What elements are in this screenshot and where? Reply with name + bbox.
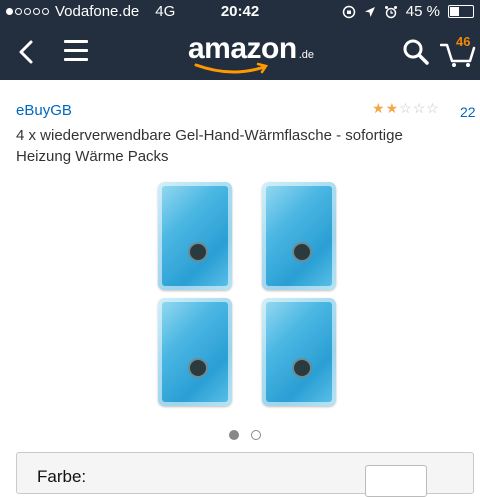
product-title: 4 x wiederverwendbare Gel-Hand-Wärmflasc… bbox=[16, 127, 403, 165]
logo-word: amazon bbox=[188, 32, 297, 65]
cart-button[interactable]: 46 bbox=[439, 34, 476, 68]
gallery-page-indicator[interactable] bbox=[229, 430, 261, 440]
star-filled-icon: ★ bbox=[372, 100, 385, 116]
rotation-lock-icon bbox=[342, 5, 356, 18]
logo-smile-icon bbox=[194, 62, 269, 74]
battery-icon bbox=[448, 5, 474, 18]
alarm-icon bbox=[384, 5, 397, 18]
color-option-selector[interactable]: Farbe: bbox=[16, 452, 474, 497]
product-content: eBuyGB ★ ★ ☆ ☆ ☆ 22 4 x wiederverwendbare Ge… bbox=[0, 80, 480, 497]
metal-disc bbox=[294, 244, 310, 260]
amazon-logo[interactable]: amazon .de bbox=[188, 32, 314, 74]
hand-warmer-pack-image bbox=[158, 298, 232, 406]
metal-disc bbox=[294, 360, 310, 376]
metal-disc bbox=[190, 360, 206, 376]
cart-count-badge: 46 bbox=[456, 34, 471, 49]
top-nav-bar: amazon .de 46 bbox=[0, 24, 480, 80]
rating-stars[interactable]: ★ ★ ☆ ☆ ☆ bbox=[372, 101, 439, 115]
status-right: 45 % bbox=[342, 3, 474, 20]
location-icon bbox=[364, 6, 375, 17]
star-empty-icon: ☆ bbox=[426, 100, 439, 116]
hand-warmer-pack-image bbox=[262, 182, 336, 290]
color-swatch[interactable] bbox=[365, 465, 427, 497]
star-filled-icon: ★ bbox=[385, 100, 399, 116]
star-empty-icon: ☆ bbox=[399, 100, 412, 116]
search-icon[interactable] bbox=[402, 38, 430, 66]
back-arrow-icon[interactable] bbox=[16, 38, 38, 66]
metal-disc bbox=[190, 244, 206, 260]
color-option-label: Farbe: bbox=[37, 467, 87, 486]
product-image-gallery[interactable] bbox=[150, 182, 340, 412]
battery-percent: 45 % bbox=[405, 3, 440, 20]
page-dot[interactable] bbox=[229, 430, 239, 440]
logo-tld: .de bbox=[298, 49, 314, 61]
hand-warmer-pack-image bbox=[262, 298, 336, 406]
review-count-link[interactable]: 22 bbox=[460, 104, 476, 120]
star-empty-icon: ☆ bbox=[412, 100, 426, 116]
battery-fill bbox=[450, 7, 459, 16]
hamburger-menu-icon[interactable] bbox=[64, 40, 88, 64]
status-bar: Vodafone.de 4G 20:42 45 % bbox=[0, 0, 480, 24]
hand-warmer-pack-image bbox=[158, 182, 232, 290]
seller-link[interactable]: eBuyGB bbox=[16, 102, 72, 119]
page-dot[interactable] bbox=[251, 430, 261, 440]
